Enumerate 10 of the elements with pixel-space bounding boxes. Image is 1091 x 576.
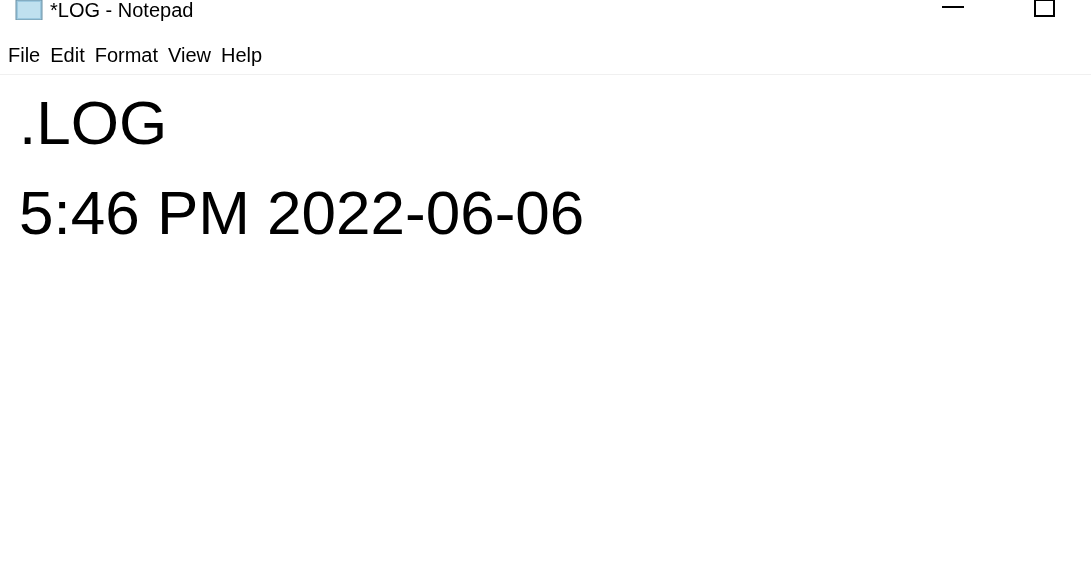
text-line: 5:46 PM 2022-06-06	[19, 177, 585, 249]
window-title: *LOG - Notepad	[50, 0, 194, 20]
menu-item[interactable]: View	[163, 41, 217, 69]
menu-item[interactable]: Help	[216, 41, 268, 69]
maximize-icon[interactable]	[1034, 0, 1056, 18]
menu-item[interactable]: File	[3, 41, 46, 69]
menu-item[interactable]: Edit	[45, 41, 90, 69]
text-line: .LOG	[19, 87, 168, 159]
menu-item[interactable]: Format	[89, 41, 164, 69]
notepad-icon	[14, 0, 44, 20]
